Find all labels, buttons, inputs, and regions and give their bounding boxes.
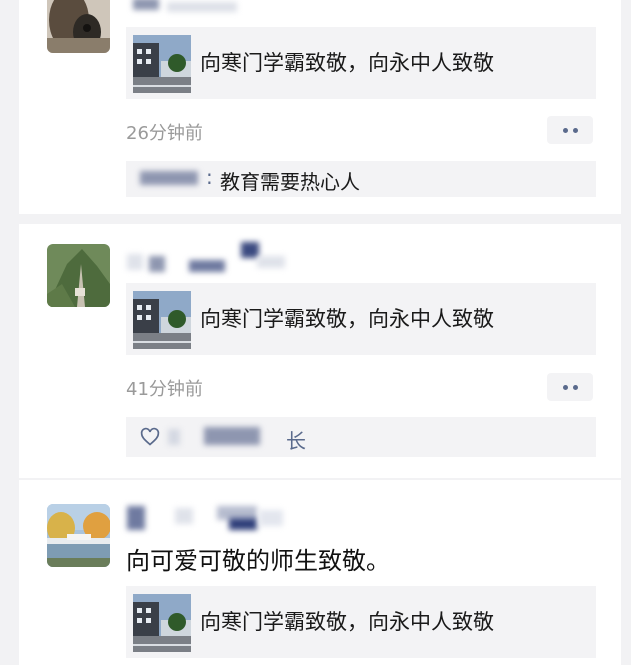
moment-post: 向寒门学霸致敬，向永中人致敬 26分钟前 : 教育需要热心人 (19, 0, 621, 214)
post-timestamp: 26分钟前 (126, 123, 203, 144)
moment-post: 向寒门学霸致敬，向永中人致敬 41分钟前 长 (19, 224, 621, 478)
more-options-button[interactable] (547, 373, 593, 401)
comment-text: 教育需要热心人 (220, 170, 360, 194)
article-thumbnail (133, 594, 191, 652)
liker-name-suffix: 长 (286, 429, 306, 453)
shared-article-card[interactable]: 向寒门学霸致敬，向永中人致敬 (126, 586, 596, 658)
more-options-button[interactable] (547, 116, 593, 144)
author-name-redacted[interactable] (127, 0, 287, 24)
likes-box: 长 (126, 417, 596, 457)
more-dots-icon (562, 127, 568, 133)
more-dots-icon (562, 384, 568, 390)
author-name-redacted[interactable] (127, 242, 287, 276)
shared-article-card[interactable]: 向寒门学霸致敬，向永中人致敬 (126, 283, 596, 355)
article-thumbnail (133, 35, 191, 93)
shared-article-card[interactable]: 向寒门学霸致敬，向永中人致敬 (126, 27, 596, 99)
more-dots-icon (572, 384, 578, 390)
more-dots-icon (572, 127, 578, 133)
article-title: 向寒门学霸致敬，向永中人致敬 (200, 307, 494, 331)
heart-outline-icon (140, 427, 160, 451)
author-name-redacted[interactable] (127, 500, 287, 534)
comment-separator: : (206, 165, 213, 189)
avatar[interactable] (47, 0, 110, 53)
post-text: 向可爱可敬的师生致敬。 (126, 547, 390, 575)
commenter-name-redacted[interactable] (140, 167, 200, 189)
liker-names-redacted[interactable] (168, 425, 286, 449)
post-timestamp: 41分钟前 (126, 379, 203, 400)
comment-box: : 教育需要热心人 (126, 161, 596, 197)
article-title: 向寒门学霸致敬，向永中人致敬 (200, 51, 494, 75)
article-thumbnail (133, 291, 191, 349)
moment-post: 向可爱可敬的师生致敬。 向寒门学霸致敬，向永中人致敬 (19, 480, 621, 665)
avatar[interactable] (47, 504, 110, 567)
article-title: 向寒门学霸致敬，向永中人致敬 (200, 610, 494, 634)
avatar[interactable] (47, 244, 110, 307)
